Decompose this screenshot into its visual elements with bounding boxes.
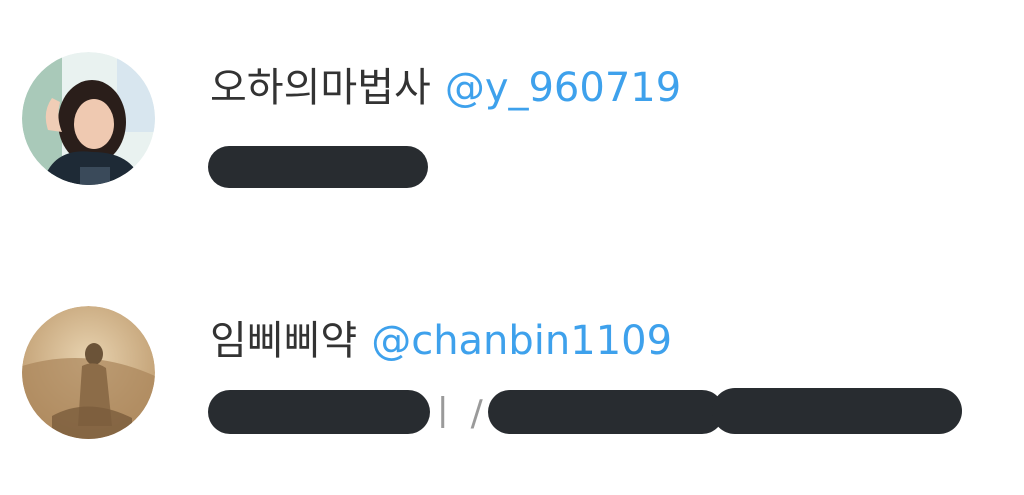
name-line: 임삐삐약 @chanbin1109 [210,317,672,365]
user-row: 임삐삐약 @chanbin1109 ㅣ / [0,254,1024,439]
redaction-bar [712,388,962,434]
display-name[interactable]: 오하의마법사 [210,65,431,111]
user-handle[interactable]: @chanbin1109 [371,318,672,364]
profile-photo-woman-icon [22,52,155,185]
name-line: 오하의마법사 @y_960719 [210,64,681,112]
redaction-bar [208,390,430,434]
user-handle[interactable]: @y_960719 [445,65,681,111]
profile-photo-sepia-figure-icon [22,306,155,439]
redaction-bar [208,146,428,188]
display-name[interactable]: 임삐삐약 [210,318,357,364]
user-row: 오하의마법사 @y_960719 [0,0,1024,188]
bio-text-fragment: ㅣ / [426,393,483,434]
redaction-bar [488,390,724,434]
avatar[interactable] [22,306,155,439]
avatar[interactable] [22,52,155,185]
